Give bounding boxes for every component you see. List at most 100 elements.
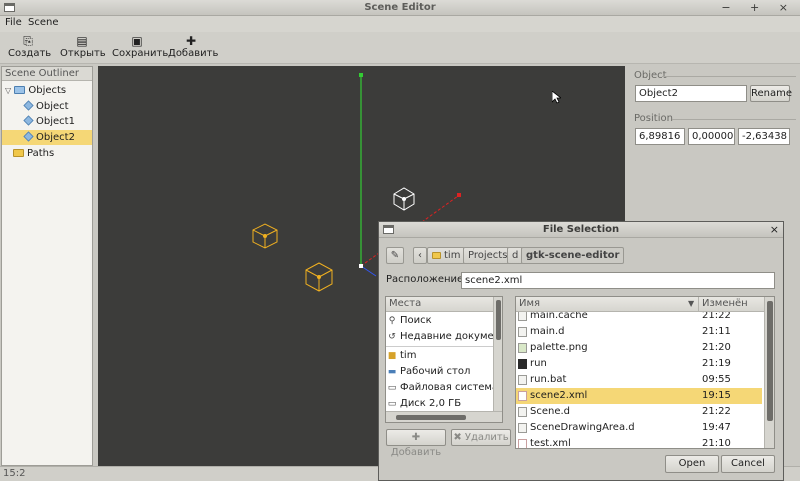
window-titlebar: Scene Editor − + × — [0, 0, 800, 16]
add-place-label: Добавить — [390, 447, 442, 458]
tree-paths[interactable]: Paths — [2, 146, 92, 161]
divider — [386, 346, 502, 347]
position-x-field[interactable]: 6,89816 — [635, 128, 685, 145]
drive-icon: ▭ — [387, 383, 397, 393]
open-icon: ▤ — [76, 34, 88, 48]
create-button[interactable]: ⎘ Создать — [8, 34, 52, 59]
tree-objects[interactable]: ▽ Objects — [2, 83, 92, 98]
remove-place-button[interactable]: ✖ Удалить — [451, 429, 511, 446]
position-group-label: Position — [634, 113, 673, 124]
scroll-thumb[interactable] — [396, 415, 466, 420]
rename-button[interactable]: Rename — [750, 85, 792, 102]
divider — [698, 297, 699, 311]
divider — [672, 119, 796, 120]
file-date: 21:11 — [702, 326, 731, 337]
y-axis-handle[interactable] — [359, 73, 363, 77]
place-desktop[interactable]: ▬ Рабочий стол — [387, 364, 471, 380]
file-row[interactable]: palette.png 21:20 — [516, 340, 762, 356]
add-label: Добавить — [168, 48, 219, 59]
places-hscrollbar[interactable] — [386, 411, 502, 422]
save-icon: ▣ — [131, 34, 143, 48]
place-filesystem[interactable]: ▭ Файловая система — [387, 380, 498, 396]
terminal-icon — [518, 359, 527, 369]
file-name: test.xml — [530, 438, 571, 449]
recent-icon: ↺ — [388, 332, 396, 342]
file-date: 21:20 — [702, 342, 731, 353]
edit-path-button[interactable]: ✎ — [386, 247, 404, 264]
file-row[interactable]: test.xml 21:10 — [516, 436, 762, 449]
position-z-field[interactable]: -2,63438 — [738, 128, 790, 145]
file-list-vscrollbar[interactable] — [764, 297, 774, 448]
scroll-thumb[interactable] — [767, 301, 773, 421]
location-input[interactable]: scene2.xml — [461, 272, 775, 289]
file-selection-dialog: File Selection × ✎ ‹ tim Projects d gtk-… — [378, 221, 784, 481]
file-name: run.bat — [530, 374, 567, 385]
place-label: Недавние документы — [400, 331, 503, 342]
place-disk[interactable]: ▭ Диск 2,0 ГБ — [387, 396, 461, 412]
x-axis-handle[interactable] — [457, 193, 461, 197]
window-controls[interactable]: − + × — [721, 1, 796, 14]
scroll-thumb[interactable] — [496, 300, 501, 340]
file-icon — [518, 375, 527, 385]
place-tim[interactable]: ■ tim — [387, 348, 417, 364]
breadcrumb-gtk-scene-editor[interactable]: gtk-scene-editor — [521, 247, 625, 264]
cube-object2[interactable] — [393, 187, 415, 211]
tree-item-object2[interactable]: Object2 — [2, 130, 92, 145]
file-row[interactable]: main.d 21:11 — [516, 324, 762, 340]
cube-icon — [23, 100, 34, 111]
tree-item-label: Object2 — [36, 132, 75, 143]
file-row[interactable]: run.bat 09:55 — [516, 372, 762, 388]
breadcrumb-projects[interactable]: Projects — [463, 247, 513, 264]
file-date: 19:47 — [702, 422, 731, 433]
file-row[interactable]: SceneDrawingArea.d 19:47 — [516, 420, 762, 436]
file-date: 19:15 — [702, 390, 731, 401]
open-label: Открыть — [60, 48, 106, 59]
save-button[interactable]: ▣ Сохранить — [112, 34, 168, 59]
place-search[interactable]: ⚲ Поиск — [387, 313, 432, 329]
add-button[interactable]: ✚ Добавить — [168, 34, 218, 59]
file-row[interactable]: Scene.d 21:22 — [516, 404, 762, 420]
cancel-button[interactable]: Cancel — [721, 455, 775, 473]
object-name-field[interactable]: Object2 — [635, 85, 747, 102]
col-modified[interactable]: Изменён — [702, 297, 748, 311]
tree-item-object[interactable]: Object — [2, 99, 92, 114]
file-row[interactable]: run 21:19 — [516, 356, 762, 372]
breadcrumb-back[interactable]: ‹ — [413, 247, 427, 264]
place-label: Поиск — [400, 315, 432, 326]
place-recent[interactable]: ↺ Недавние документы — [387, 329, 503, 345]
tree-item-object1[interactable]: Object1 — [2, 114, 92, 129]
add-place-button[interactable]: ✚ Добавить — [386, 429, 446, 458]
expander-icon[interactable]: ▽ — [5, 86, 11, 95]
menu-file[interactable]: File — [5, 17, 22, 28]
file-name: SceneDrawingArea.d — [530, 422, 635, 433]
menu-scene[interactable]: Scene — [28, 17, 59, 28]
col-name[interactable]: Имя — [519, 298, 540, 309]
file-name: scene2.xml — [530, 390, 588, 401]
open-button[interactable]: ▤ Открыть — [60, 34, 106, 59]
sort-down-icon[interactable]: ▼ — [688, 297, 694, 311]
places-header: Места — [386, 297, 502, 312]
home-folder-icon: ■ — [387, 351, 397, 361]
place-label: tim — [400, 350, 417, 361]
cube-icon — [23, 131, 34, 142]
plus-icon: ✚ — [411, 432, 421, 443]
file-icon — [518, 423, 527, 433]
cube-object[interactable] — [252, 223, 278, 249]
remove-place-label: Удалить — [464, 432, 509, 443]
breadcrumb-tim[interactable]: tim — [427, 247, 466, 264]
scene-outliner: Scene Outliner ▽ Objects Object Object1 … — [1, 66, 93, 466]
file-row-selected[interactable]: scene2.xml 19:15 — [516, 388, 762, 404]
position-y-field[interactable]: 0,00000 — [688, 128, 735, 145]
places-vscrollbar[interactable] — [493, 297, 502, 411]
dialog-titlebar: File Selection × — [379, 222, 783, 238]
new-file-icon: ⎘ — [23, 34, 33, 48]
close-icon[interactable]: × — [770, 223, 779, 236]
open-button[interactable]: Open — [665, 455, 719, 473]
create-label: Создать — [8, 48, 52, 59]
place-label: Рабочий стол — [400, 366, 471, 377]
pencil-icon: ✎ — [390, 250, 400, 261]
tree-paths-label: Paths — [27, 148, 55, 159]
cube-icon — [23, 115, 34, 126]
cube-object1[interactable] — [305, 262, 333, 292]
origin-handle[interactable] — [359, 264, 363, 268]
